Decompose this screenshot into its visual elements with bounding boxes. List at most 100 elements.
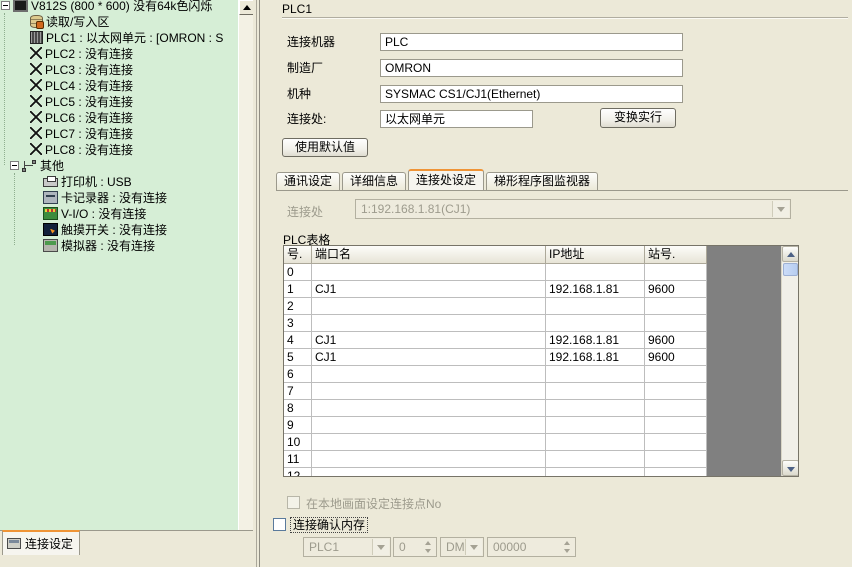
table-cell[interactable]: 192.168.1.81 [546, 349, 645, 366]
table-cell[interactable] [312, 434, 546, 451]
table-cell[interactable] [645, 366, 707, 383]
tree-item[interactable]: PLC4 : 没有连接 [0, 77, 238, 93]
table-header-cell[interactable]: IP地址 [546, 246, 645, 264]
table-cell[interactable]: 12 [284, 468, 312, 477]
tree-item[interactable]: 模拟器 : 没有连接 [0, 237, 238, 253]
tree-scroll-up-button[interactable] [239, 0, 254, 15]
tree-item[interactable]: 卡记录器 : 没有连接 [0, 189, 238, 205]
table-cell[interactable] [645, 468, 707, 477]
table-cell[interactable] [312, 468, 546, 477]
table-cell[interactable] [312, 264, 546, 281]
table-header-cell[interactable]: 号. [284, 246, 312, 264]
table-row[interactable]: 9 [284, 417, 781, 434]
tab-1[interactable]: 通讯设定 [276, 172, 340, 190]
table-header-cell[interactable]: 端口名 [312, 246, 546, 264]
table-cell[interactable]: 0 [284, 264, 312, 281]
table-cell[interactable]: 5 [284, 349, 312, 366]
spinner-up-icon[interactable] [425, 541, 431, 545]
table-cell[interactable]: 6 [284, 366, 312, 383]
table-cell[interactable]: 7 [284, 383, 312, 400]
table-cell[interactable]: 9600 [645, 281, 707, 298]
tab-4[interactable]: 梯形程序图监视器 [486, 172, 598, 190]
memory-type-combobox[interactable]: DM [440, 537, 484, 557]
table-cell[interactable]: 10 [284, 434, 312, 451]
table-cell[interactable] [546, 417, 645, 434]
table-cell[interactable] [312, 451, 546, 468]
table-row[interactable]: 12 [284, 468, 781, 477]
tree-item[interactable]: V-I/O : 没有连接 [0, 205, 238, 221]
table-row[interactable]: 3 [284, 315, 781, 332]
spinner-down-icon[interactable] [425, 549, 431, 553]
tree-item[interactable]: PLC2 : 没有连接 [0, 45, 238, 61]
table-cell[interactable] [312, 315, 546, 332]
tree-item[interactable]: V812S (800 * 600) 没有64k色闪烁 [0, 0, 238, 13]
table-cell[interactable] [546, 434, 645, 451]
tab-2[interactable]: 详细信息 [342, 172, 406, 190]
table-scroll-up-button[interactable] [782, 246, 799, 262]
table-row[interactable]: 7 [284, 383, 781, 400]
table-cell[interactable] [645, 383, 707, 400]
tree-item[interactable]: PLC6 : 没有连接 [0, 109, 238, 125]
table-scroll-down-button[interactable] [782, 460, 799, 476]
tree-item[interactable]: PLC7 : 没有连接 [0, 125, 238, 141]
table-scroll-thumb[interactable] [783, 263, 798, 276]
table-cell[interactable] [645, 400, 707, 417]
table-cell[interactable] [546, 468, 645, 477]
table-cell[interactable] [645, 298, 707, 315]
table-cell[interactable]: CJ1 [312, 281, 546, 298]
table-cell[interactable] [312, 298, 546, 315]
tree-scrollbar[interactable] [238, 0, 253, 567]
table-cell[interactable]: 9600 [645, 332, 707, 349]
table-cell[interactable] [546, 400, 645, 417]
tree-item[interactable]: 打印机 : USB [0, 173, 238, 189]
table-cell[interactable] [312, 400, 546, 417]
target-combobox[interactable]: 1:192.168.1.81(CJ1) [355, 199, 791, 219]
table-cell[interactable] [312, 366, 546, 383]
table-cell[interactable] [645, 315, 707, 332]
tree-item[interactable]: PLC5 : 没有连接 [0, 93, 238, 109]
table-row[interactable]: 2 [284, 298, 781, 315]
table-cell[interactable] [312, 417, 546, 434]
table-row[interactable]: 6 [284, 366, 781, 383]
table-cell[interactable] [546, 366, 645, 383]
tree-item[interactable]: 读取/写入区 [0, 13, 238, 29]
table-cell[interactable] [546, 298, 645, 315]
tab-3[interactable]: 连接处设定 [408, 169, 484, 190]
table-cell[interactable] [645, 434, 707, 451]
table-row[interactable]: 4CJ1192.168.1.819600 [284, 332, 781, 349]
table-cell[interactable]: 8 [284, 400, 312, 417]
table-row[interactable]: 10 [284, 434, 781, 451]
connection-confirm-checkbox[interactable] [273, 518, 286, 531]
convert-execute-button[interactable]: 变换实行 [600, 108, 676, 128]
local-screen-checkbox[interactable] [287, 496, 300, 509]
number-spinner[interactable]: 0 [393, 537, 437, 557]
dropdown-button[interactable] [372, 539, 389, 555]
tree-item[interactable]: PLC8 : 没有连接 [0, 141, 238, 157]
table-cell[interactable] [645, 451, 707, 468]
tree-expand-toggle[interactable] [10, 161, 19, 170]
spinner-down-icon[interactable] [564, 549, 570, 553]
table-cell[interactable]: 2 [284, 298, 312, 315]
table-cell[interactable]: 9 [284, 417, 312, 434]
tree-item[interactable]: PLC1 : 以太网单元 : [OMRON : S [0, 29, 238, 45]
spinner-up-icon[interactable] [564, 541, 570, 545]
dropdown-button[interactable] [465, 539, 482, 555]
table-cell[interactable] [546, 315, 645, 332]
table-row[interactable]: 1CJ1192.168.1.819600 [284, 281, 781, 298]
table-cell[interactable] [546, 264, 645, 281]
table-cell[interactable] [312, 383, 546, 400]
table-cell[interactable]: 192.168.1.81 [546, 332, 645, 349]
tab-connection-settings[interactable]: 连接设定 [2, 530, 80, 555]
table-cell[interactable] [645, 264, 707, 281]
panel-splitter[interactable] [253, 0, 262, 567]
tree-expand-toggle[interactable] [1, 1, 10, 10]
table-row[interactable]: 11 [284, 451, 781, 468]
table-row[interactable]: 8 [284, 400, 781, 417]
table-cell[interactable]: 192.168.1.81 [546, 281, 645, 298]
address-spinner[interactable]: 00000 [487, 537, 576, 557]
table-header-cell[interactable]: 站号. [645, 246, 707, 264]
table-row[interactable]: 0 [284, 264, 781, 281]
table-cell[interactable] [546, 451, 645, 468]
tree-item[interactable]: 触摸开关 : 没有连接 [0, 221, 238, 237]
dropdown-button[interactable] [772, 201, 789, 217]
